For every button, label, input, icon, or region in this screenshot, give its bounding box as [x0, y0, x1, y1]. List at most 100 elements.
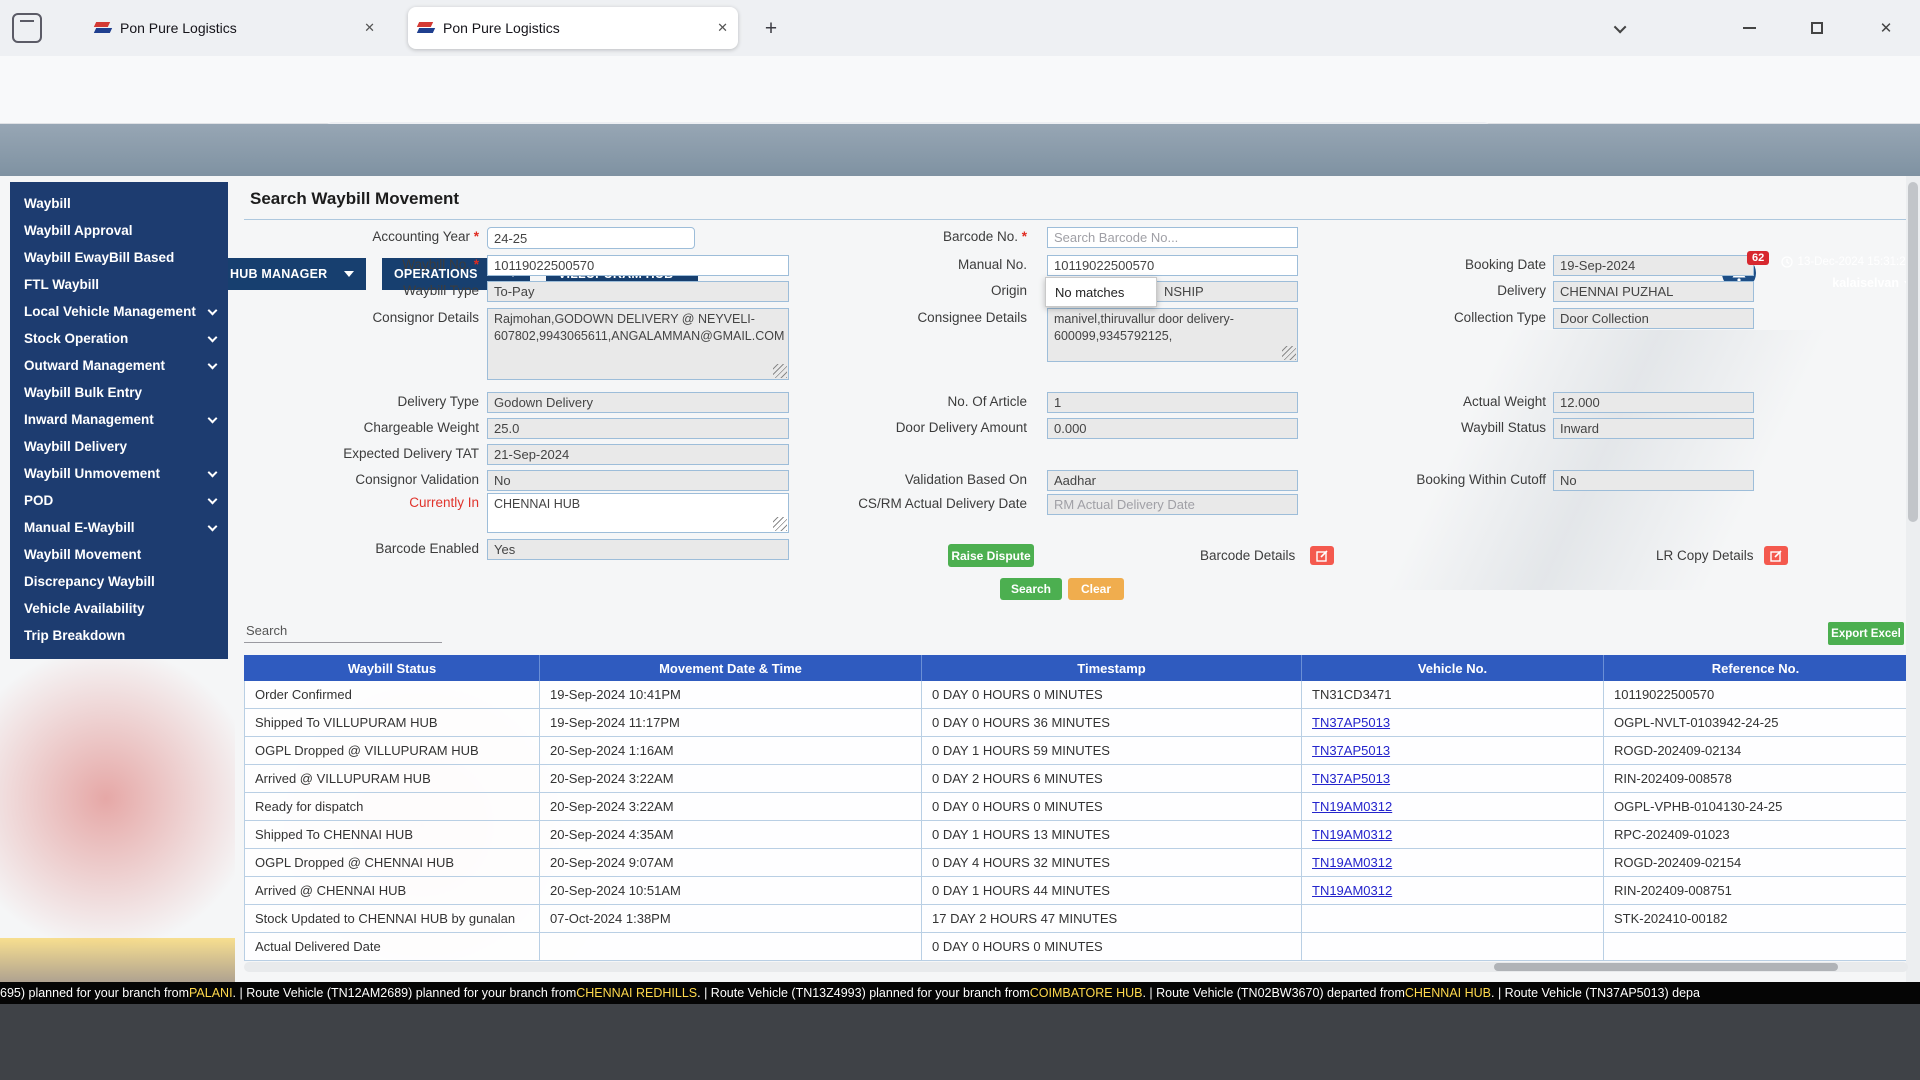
maximize-button[interactable] — [1794, 8, 1840, 48]
sidebar-item-label: Stock Operation — [24, 331, 128, 346]
search-button[interactable]: Search — [1000, 578, 1062, 600]
booking-date-field[interactable]: 19-Sep-2024 — [1553, 255, 1754, 276]
barcode-details-edit-button[interactable] — [1310, 546, 1334, 565]
table-cell: 0 DAY 0 HOURS 36 MINUTES — [922, 709, 1302, 737]
lr-copy-details-label: LR Copy Details — [1656, 548, 1754, 563]
table-cell: 20-Sep-2024 3:22AM — [540, 765, 922, 793]
booking-date-label: Booking Date — [1246, 257, 1546, 272]
accounting-year-label: Accounting Year * — [179, 229, 479, 244]
booking-within-cutoff-field[interactable]: No — [1553, 470, 1754, 491]
browser-navbar: ← → https://anchor.ponpurelogistics.com/… — [0, 56, 1920, 124]
firefox-view-icon[interactable] — [12, 13, 42, 43]
header-datetime: 13-Dec-2024 15:31:29 — [1781, 256, 1912, 268]
chevron-down-icon — [208, 360, 218, 370]
sidebar-item-discrepancy-waybill[interactable]: Discrepancy Waybill — [10, 568, 228, 595]
accounting-year-field[interactable]: 24-25 — [487, 227, 695, 249]
table-cell: 17 DAY 2 HOURS 47 MINUTES — [922, 905, 1302, 933]
ticker-segment: . | Route Vehicle (TN13Z4993) planned fo… — [697, 986, 1030, 1000]
ticker-segment: . | Route Vehicle (TN02BW3670) departed … — [1142, 986, 1404, 1000]
waybill-status-field[interactable]: Inward — [1553, 418, 1754, 439]
waybill-status-label: Waybill Status — [1246, 420, 1546, 435]
table-cell: TN31CD3471 — [1302, 681, 1604, 709]
table-cell — [1302, 933, 1604, 961]
vehicle-link[interactable]: TN37AP5013 — [1312, 743, 1390, 758]
close-button[interactable]: ✕ — [1863, 8, 1909, 48]
waybill-type-label: Waybill Type — [179, 283, 479, 298]
sidebar-item-outward-management[interactable]: Outward Management — [10, 352, 228, 379]
table-cell: STK-202410-00182 — [1604, 905, 1908, 933]
minimize-button[interactable] — [1726, 8, 1772, 48]
barcode-enabled-field[interactable]: Yes — [487, 539, 789, 560]
tab-close-icon[interactable]: ✕ — [364, 20, 375, 36]
vertical-scrollbar-thumb[interactable] — [1908, 182, 1918, 522]
windows-taskbar: 1 Search O S — [0, 1004, 1920, 1080]
list-all-tabs-icon[interactable] — [1598, 8, 1644, 48]
table-cell: TN37AP5013 — [1302, 709, 1604, 737]
sidebar-item-vehicle-availability[interactable]: Vehicle Availability — [10, 595, 228, 622]
delivery-label: Delivery — [1246, 283, 1546, 298]
tab-close-icon[interactable]: ✕ — [717, 20, 728, 36]
table-row: OGPL Dropped @ CHENNAI HUB20-Sep-2024 9:… — [244, 849, 1908, 877]
table-cell: Order Confirmed — [244, 681, 540, 709]
resize-handle-icon[interactable] — [1282, 346, 1296, 360]
user-menu[interactable]: kalaiselvan — [1832, 276, 1912, 290]
consignor-validation-label: Consignor Validation — [179, 472, 479, 487]
tab-pon-pure-2[interactable]: Pon Pure Logistics ✕ — [408, 7, 738, 49]
notification-count-badge: 62 — [1747, 251, 1769, 265]
sidebar-item-manual-e-waybill[interactable]: Manual E-Waybill — [10, 514, 228, 541]
background-image-strip — [0, 938, 235, 982]
actual-weight-field[interactable]: 12.000 — [1553, 392, 1754, 413]
vehicle-link[interactable]: TN37AP5013 — [1312, 771, 1390, 786]
resize-handle-icon[interactable] — [773, 517, 787, 531]
no-matches-popup: No matches — [1045, 277, 1157, 307]
resize-handle-icon[interactable] — [773, 364, 787, 378]
cs-rm-actual-delivery-date-field[interactable]: RM Actual Delivery Date — [1047, 494, 1298, 515]
lr-copy-details-edit-button[interactable] — [1764, 546, 1788, 565]
page-title: Search Waybill Movement — [250, 189, 459, 209]
consignee-details-label: Consignee Details — [727, 310, 1027, 325]
table-cell: 0 DAY 0 HOURS 0 MINUTES — [922, 681, 1302, 709]
vehicle-link[interactable]: TN19AM0312 — [1312, 883, 1392, 898]
column-header: Timestamp — [922, 655, 1302, 681]
table-cell: TN37AP5013 — [1302, 737, 1604, 765]
vehicle-link[interactable]: TN37AP5013 — [1312, 715, 1390, 730]
collection-type-field[interactable]: Door Collection — [1553, 308, 1754, 329]
table-cell: Actual Delivered Date — [244, 933, 540, 961]
table-cell: ROGD-202409-02154 — [1604, 849, 1908, 877]
barcode-no-field[interactable]: Search Barcode No... — [1047, 227, 1298, 248]
results-search-input[interactable] — [244, 642, 442, 643]
horizontal-scrollbar-thumb[interactable] — [1494, 963, 1838, 971]
table-cell: 19-Sep-2024 10:41PM — [540, 681, 922, 709]
door-delivery-amount-label: Door Delivery Amount — [727, 420, 1027, 435]
vehicle-link[interactable]: TN19AM0312 — [1312, 799, 1392, 814]
sidebar-item-waybill[interactable]: Waybill — [10, 190, 228, 217]
placeholder-text: Search Barcode No... — [1054, 230, 1178, 245]
table-cell: 20-Sep-2024 4:35AM — [540, 821, 922, 849]
new-tab-button[interactable]: + — [756, 14, 786, 44]
sidebar-item-stock-operation[interactable]: Stock Operation — [10, 325, 228, 352]
table-cell: TN19AM0312 — [1302, 849, 1604, 877]
raise-dispute-button[interactable]: Raise Dispute — [948, 544, 1034, 567]
consignor-details-label: Consignor Details — [179, 310, 479, 325]
booking-within-cutoff-label: Booking Within Cutoff — [1246, 472, 1546, 487]
actual-weight-label: Actual Weight — [1246, 394, 1546, 409]
table-row: Order Confirmed19-Sep-2024 10:41PM0 DAY … — [244, 681, 1908, 709]
table-header-row: Waybill StatusMovement Date & TimeTimest… — [244, 655, 1908, 681]
vehicle-link[interactable]: TN19AM0312 — [1312, 827, 1392, 842]
sidebar-item-trip-breakdown[interactable]: Trip Breakdown — [10, 622, 228, 649]
vehicle-link[interactable]: TN19AM0312 — [1312, 855, 1392, 870]
column-header: Movement Date & Time — [540, 655, 922, 681]
ticker-segment: CHENNAI REDHILLS — [576, 986, 697, 1000]
sidebar-item-label: Waybill Bulk Entry — [24, 385, 142, 400]
table-cell: 19-Sep-2024 11:17PM — [540, 709, 922, 737]
expected-delivery-tat-field[interactable]: 21-Sep-2024 — [487, 444, 789, 465]
clear-button[interactable]: Clear — [1068, 578, 1124, 600]
tab-pon-pure-1[interactable]: Pon Pure Logistics ✕ — [85, 9, 385, 47]
delivery-field[interactable]: CHENNAI PUZHAL — [1553, 281, 1754, 302]
app-header: PON PURE Expres On time every time HUB M… — [0, 124, 1920, 176]
export-excel-button[interactable]: Export Excel — [1828, 622, 1904, 645]
movement-table: Waybill StatusMovement Date & TimeTimest… — [244, 655, 1908, 961]
table-cell: 20-Sep-2024 9:07AM — [540, 849, 922, 877]
browser-titlebar: Pon Pure Logistics ✕ Pon Pure Logistics … — [0, 0, 1920, 56]
table-row: Shipped To VILLUPURAM HUB19-Sep-2024 11:… — [244, 709, 1908, 737]
